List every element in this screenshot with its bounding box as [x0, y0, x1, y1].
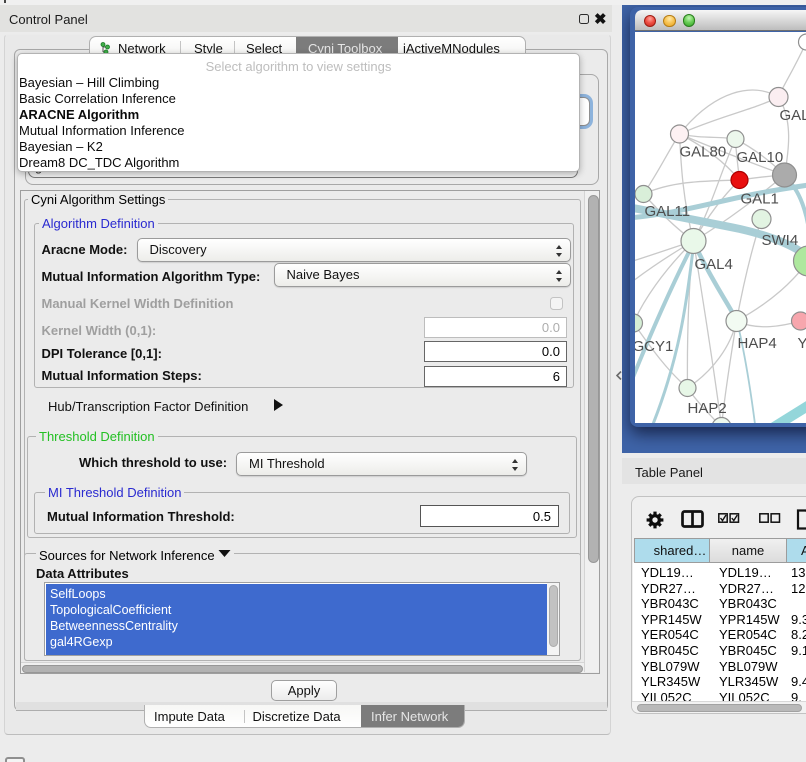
svg-text:SWI4: SWI4: [761, 232, 798, 249]
svg-text:HAP4: HAP4: [737, 335, 776, 352]
svg-text:GAL10: GAL10: [736, 149, 783, 166]
svg-text:GAL4: GAL4: [694, 256, 732, 273]
svg-text:GAL1: GAL1: [740, 191, 778, 208]
svg-text:YEL: YEL: [797, 335, 806, 352]
svg-text:HAP2: HAP2: [687, 400, 726, 417]
svg-text:GAL2: GAL2: [779, 107, 806, 124]
svg-text:GAL11: GAL11: [644, 203, 690, 220]
svg-text:GAL80: GAL80: [679, 144, 726, 161]
svg-text:GCY1: GCY1: [635, 338, 673, 355]
